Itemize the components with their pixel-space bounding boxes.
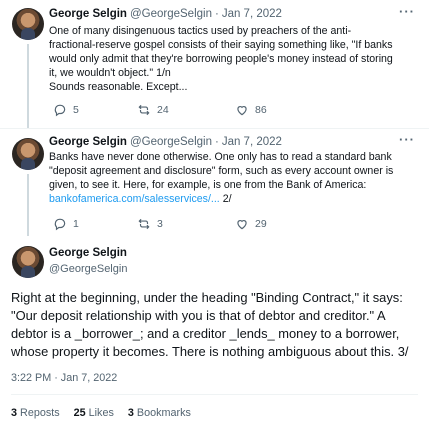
like-icon	[237, 106, 247, 116]
more-icon[interactable]: ···	[399, 132, 415, 147]
tweet-text-line: given, to see it. Here, for example, is …	[49, 179, 367, 191]
reply-icon	[54, 104, 66, 117]
tweet-text-line: debtor is a _borrower_; and a creditor _…	[11, 326, 400, 341]
repost-icon	[138, 218, 150, 230]
tweet-text: Banks have never done otherwise. One onl…	[49, 150, 399, 206]
reply-count: 5	[73, 104, 79, 116]
like-icon	[237, 220, 247, 230]
tweet-text-line: it, we wouldn't object." 1/n	[49, 67, 171, 79]
repost-count: 24	[157, 104, 169, 116]
tweet-text-line: Banks have never done otherwise. One onl…	[49, 151, 392, 163]
tweet-stats: 3 Reposts 25 Likes 3 Bookmarks	[11, 407, 191, 419]
repost-icon	[138, 104, 150, 116]
reposts-count: 3	[11, 407, 18, 419]
tweet-date[interactable]: Jan 7, 2022	[222, 136, 282, 148]
tweet-text-line: "deposit agreement and disclosure" form,…	[49, 165, 394, 177]
tweet-text-line: would only admit that they're borrowing …	[49, 53, 393, 65]
like-button[interactable]: 86	[235, 103, 267, 117]
likes-stat[interactable]: 25 Likes	[74, 407, 114, 419]
tweet-text-line: "Our deposit relationship with you is th…	[11, 308, 386, 323]
tweet-2[interactable]: George Selgin @GeorgeSelgin · Jan 7, 202…	[0, 128, 429, 236]
author-handle[interactable]: @GeorgeSelgin	[49, 263, 127, 275]
tweet-header: George Selgin @GeorgeSelgin · Jan 7, 202…	[49, 134, 282, 150]
reply-icon	[54, 218, 66, 231]
reposts-label: Reposts	[20, 407, 60, 419]
reposts-stat[interactable]: 3 Reposts	[11, 407, 60, 419]
avatar[interactable]	[12, 138, 44, 170]
repost-count: 3	[157, 218, 163, 230]
like-count: 86	[255, 104, 267, 116]
tweet-link-line: bankofamerica.com/salesservices/... 2/	[49, 192, 399, 206]
thread-line	[27, 44, 29, 128]
author-name[interactable]: George Selgin	[49, 247, 127, 259]
avatar[interactable]	[12, 246, 44, 278]
like-count: 29	[255, 218, 267, 230]
tweet-timestamp[interactable]: 3:22 PM · Jan 7, 2022	[11, 372, 117, 384]
divider	[11, 394, 418, 395]
repost-button[interactable]: 24	[137, 103, 169, 117]
likes-label: Likes	[88, 407, 114, 419]
tweet-1[interactable]: George Selgin @GeorgeSelgin · Jan 7, 202…	[0, 0, 429, 128]
reply-button[interactable]: 1	[53, 217, 79, 231]
tweet-text-line: Right at the beginning, under the headin…	[11, 290, 403, 305]
bookmarks-stat[interactable]: 3 Bookmarks	[128, 407, 191, 419]
tweet-text-line: fractional-reserve gospel consists of th…	[49, 39, 393, 51]
separator-dot: ·	[214, 136, 219, 148]
tweet-text-line: whose property it becomes. There is noth…	[11, 344, 409, 359]
tweet-text-line: Sounds reasonable. Except...	[49, 81, 188, 93]
bookmarks-count: 3	[127, 407, 134, 419]
tweet-actions: 5 24 86	[49, 103, 389, 119]
avatar[interactable]	[12, 8, 44, 40]
more-icon[interactable]: ···	[399, 4, 415, 19]
separator-dot: ·	[214, 8, 219, 20]
author-name[interactable]: George Selgin	[49, 136, 127, 148]
author-name[interactable]: George Selgin	[49, 8, 127, 20]
tweet-actions: 1 3 29	[49, 217, 389, 233]
likes-count: 25	[73, 407, 86, 419]
like-button[interactable]: 29	[235, 217, 267, 231]
author-handle[interactable]: @GeorgeSelgin	[130, 136, 212, 148]
tweet-header: George Selgin @GeorgeSelgin · Jan 7, 202…	[49, 6, 282, 22]
bank-of-america-link[interactable]: bankofamerica.com/salesservices/...	[49, 193, 220, 205]
author-handle[interactable]: @GeorgeSelgin	[130, 8, 212, 20]
bookmarks-label: Bookmarks	[136, 407, 191, 419]
thread-line	[27, 174, 29, 236]
tweet-text: One of many disingenuous tactics used by…	[49, 24, 399, 94]
tweet-text-suffix: 2/	[219, 193, 232, 205]
main-tweet-text: Right at the beginning, under the headin…	[11, 289, 421, 361]
reply-count: 1	[73, 218, 79, 230]
tweet-date[interactable]: Jan 7, 2022	[222, 8, 282, 20]
tweet-text-line: One of many disingenuous tactics used by…	[49, 25, 352, 37]
repost-button[interactable]: 3	[137, 217, 163, 231]
reply-button[interactable]: 5	[53, 103, 79, 117]
